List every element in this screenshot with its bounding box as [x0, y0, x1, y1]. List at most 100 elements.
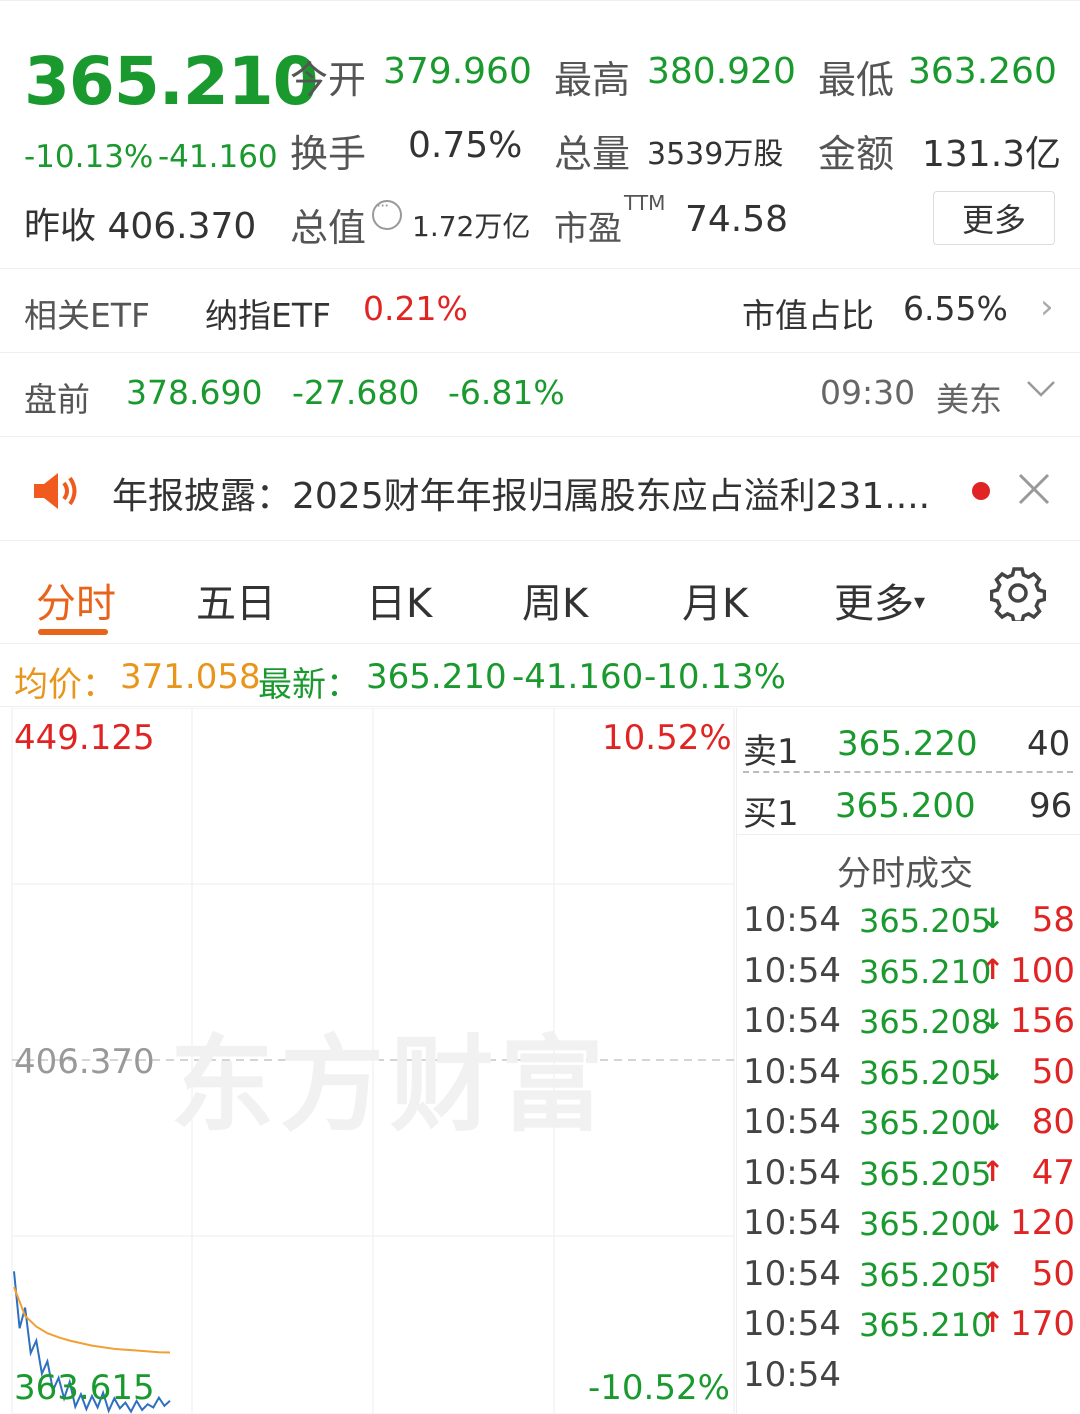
- arrow-down-icon: ↓: [981, 1205, 1005, 1238]
- trade-time: 10:54: [743, 1203, 841, 1243]
- high-value: 380.920: [647, 51, 796, 92]
- watermark-logo: 东方财富: [170, 1024, 611, 1146]
- sell1-qty: 40: [1027, 724, 1071, 764]
- trade-time: 10:54: [743, 950, 841, 991]
- y-max-label: 449.125: [14, 718, 155, 758]
- etf-row[interactable]: 相关ETF 纳指ETF 0.21% 市值占比 6.55% ›: [0, 268, 1080, 352]
- arrow-down-icon: ↓: [981, 1053, 1005, 1087]
- tab-daily-k[interactable]: 日K: [366, 571, 432, 629]
- pe-label: 市盈: [554, 209, 622, 249]
- premarket-price: 378.690: [126, 373, 263, 412]
- quote-panel: 365.210 -10.13% -41.160 昨收 406.370 今开 37…: [0, 0, 1080, 268]
- premarket-label: 盘前: [24, 380, 90, 419]
- chevron-down-icon[interactable]: [1024, 371, 1058, 409]
- mktcap-value: 1.72万亿: [412, 210, 531, 243]
- amount-label: 金额: [818, 132, 895, 176]
- tab-monthly-k[interactable]: 月K: [682, 571, 748, 629]
- trade-price: 365.205: [859, 1255, 992, 1294]
- premarket-tz: 美东: [936, 380, 1002, 419]
- trade-price: 365.205: [859, 1154, 992, 1193]
- trade-row: 10:54 365.210 ↑ 100: [737, 951, 1080, 1001]
- trade-price: 365.210: [859, 1306, 992, 1344]
- open-label: 今开: [290, 58, 367, 102]
- price-summary-row: 均价： 371.058 最新： 365.210 -41.160 -10.13%: [0, 645, 1080, 707]
- trade-time: 10:54: [743, 1102, 841, 1142]
- y-mid-label: 406.370: [14, 1042, 155, 1082]
- prev-close-label: 昨收: [24, 206, 97, 247]
- trade-row: 10:54 365.208 ↓ 156: [737, 1001, 1080, 1051]
- trade-qty: 100: [1010, 950, 1075, 991]
- avg-label: 均价：: [14, 665, 116, 705]
- active-tab-indicator: [38, 629, 108, 635]
- premarket-time: 09:30: [820, 373, 916, 412]
- more-button[interactable]: 更多: [933, 191, 1055, 245]
- gear-icon[interactable]: [989, 565, 1047, 625]
- trade-qty: 58: [1031, 900, 1075, 940]
- mktcap-label: 总值: [290, 206, 367, 250]
- premarket-change: -27.680: [292, 373, 420, 412]
- premarket-row[interactable]: 盘前 378.690 -27.680 -6.81% 09:30 美东: [0, 352, 1080, 436]
- prev-close-value: 406.370: [107, 206, 257, 247]
- latest-change: -41.160: [512, 657, 644, 697]
- trade-time: 10:54: [743, 1354, 841, 1395]
- trade-time: 10:54: [743, 1253, 841, 1294]
- pct-max-label: 10.52%: [602, 718, 732, 758]
- trade-row: 10:54 365.210 ↑ 170: [737, 1304, 1080, 1354]
- speaker-icon: [32, 469, 80, 517]
- buy1-label: 买1: [743, 794, 799, 834]
- trade-qty: 50: [1031, 1051, 1075, 1092]
- trade-price: 365.210: [859, 952, 992, 991]
- premarket-pct: -6.81%: [448, 373, 565, 412]
- volume-value: 3539万股: [647, 137, 784, 172]
- current-price: 365.210: [24, 43, 319, 120]
- trade-row: 10:54 365.205 ↓ 58: [737, 900, 1080, 950]
- latest-value: 365.210: [366, 657, 507, 697]
- trade-price: 365.208: [859, 1003, 992, 1041]
- trade-row: 10:54 365.200 ↓ 80: [737, 1102, 1080, 1152]
- tab-weekly-k[interactable]: 周K: [522, 571, 588, 629]
- tab-intraday[interactable]: 分时: [36, 571, 116, 629]
- trade-qty: 156: [1010, 1001, 1075, 1041]
- trade-qty: 120: [1010, 1203, 1075, 1243]
- high-label: 最高: [554, 58, 631, 102]
- pct-min-label: -10.52%: [588, 1368, 730, 1408]
- arrow-up-icon: ↑: [981, 952, 1005, 986]
- share-value: 6.55%: [903, 289, 1008, 328]
- volume-label: 总量: [554, 132, 631, 176]
- close-icon[interactable]: [1016, 471, 1052, 511]
- latest-label: 最新：: [258, 665, 360, 705]
- book-divider: [743, 771, 1073, 773]
- trade-price: 365.200: [859, 1205, 992, 1243]
- tab-five-day[interactable]: 五日: [196, 571, 276, 629]
- trade-qty: 80: [1031, 1102, 1075, 1142]
- unread-dot: [972, 482, 990, 500]
- arrow-up-icon: ↑: [981, 1306, 1005, 1339]
- sell1-price: 365.220: [837, 724, 978, 764]
- open-value: 379.960: [383, 51, 532, 92]
- order-book: 卖1 365.220 40 买1 365.200 96 分时成交 10:54 36…: [736, 708, 1080, 1414]
- trade-qty: 50: [1031, 1253, 1075, 1294]
- trades-title: 分时成交: [837, 854, 973, 894]
- latest-pct: -10.13%: [644, 657, 786, 697]
- trade-qty: 170: [1010, 1304, 1075, 1344]
- buy1-price: 365.200: [835, 786, 976, 826]
- trade-row: 10:54 365.205 ↓ 50: [737, 1052, 1080, 1102]
- caret-down-icon: ▾: [914, 590, 926, 615]
- info-icon[interactable]: [372, 196, 402, 234]
- pe-ttm-sup: TTM: [624, 191, 666, 215]
- y-min-label: 363.615: [14, 1368, 155, 1408]
- notice-bar[interactable]: 年报披露：2025财年年报归属股东应占溢利231....: [0, 436, 1080, 540]
- trade-time: 10:54: [743, 900, 841, 940]
- arrow-up-icon: ↑: [981, 1154, 1005, 1188]
- trade-price: 365.205: [859, 902, 992, 940]
- trade-price: 365.205: [859, 1053, 992, 1092]
- trade-time: 10:54: [743, 1152, 841, 1193]
- trade-row: 10:54 365.205 ↑ 50: [737, 1254, 1080, 1304]
- trade-time: 10:54: [743, 1001, 841, 1041]
- arrow-down-icon: ↓: [981, 1104, 1005, 1137]
- prev-close: 昨收 406.370: [24, 197, 256, 249]
- trade-time: 10:54: [743, 1051, 841, 1092]
- trade-row: 10:54 365.205 ↑ 47: [737, 1153, 1080, 1203]
- change-amount: -41.160: [158, 139, 278, 175]
- tab-more[interactable]: 更多▾: [834, 571, 925, 629]
